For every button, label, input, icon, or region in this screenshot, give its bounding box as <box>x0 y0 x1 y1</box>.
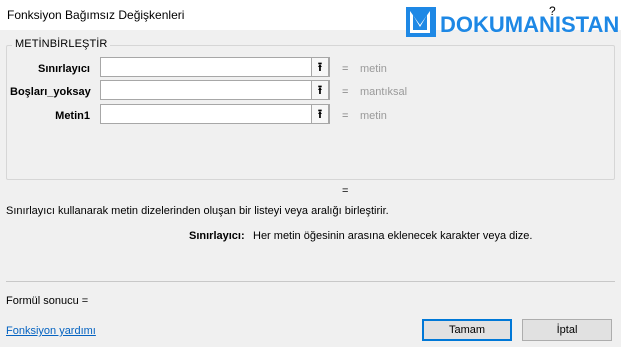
arg-help-label: Sınırlayıcı: <box>189 230 245 242</box>
function-description: Sınırlayıcı kullanarak metin dizelerinde… <box>6 205 389 217</box>
arg-hint-delimiter: metin <box>360 63 387 75</box>
arg-help-text: Her metin öğesinin arasına eklenecek kar… <box>253 230 533 242</box>
arg-label-text1: Metin1 <box>55 110 90 122</box>
arg-label-delimiter: Sınırlayıcı <box>38 63 90 75</box>
divider <box>6 281 615 282</box>
collapse-dialog-icon[interactable]: ⭱ <box>311 104 329 124</box>
arg-hint-text1: metin <box>360 110 387 122</box>
function-help-link[interactable]: Fonksiyon yardımı <box>6 325 96 337</box>
arg-input-text1[interactable] <box>100 104 330 124</box>
arg-label-ignore-empty: Boşları_yoksay <box>10 86 91 98</box>
svg-text:DOKUMANISTAN: DOKUMANISTAN <box>440 12 618 37</box>
dialog-title: Fonksiyon Bağımsız Değişkenleri <box>7 8 185 22</box>
arg-eq: = <box>342 86 349 98</box>
arg-input-ignore-empty[interactable] <box>100 80 330 100</box>
collapse-dialog-icon[interactable]: ⭱ <box>311 80 329 100</box>
formula-result: Formül sonucu = <box>6 295 89 307</box>
arg-hint-ignore-empty: mantıksal <box>360 86 408 98</box>
arg-eq: = <box>342 110 349 122</box>
function-result-eq: = <box>342 185 349 197</box>
function-name: METİNBİRLEŞTİR <box>12 38 111 50</box>
collapse-dialog-icon[interactable]: ⭱ <box>311 57 329 77</box>
ok-button[interactable]: Tamam <box>422 319 512 341</box>
watermark-logo: DOKUMANISTAN <box>404 5 619 45</box>
arg-eq: = <box>342 63 349 75</box>
arg-input-delimiter[interactable] <box>100 57 330 77</box>
cancel-button[interactable]: İptal <box>522 319 612 341</box>
